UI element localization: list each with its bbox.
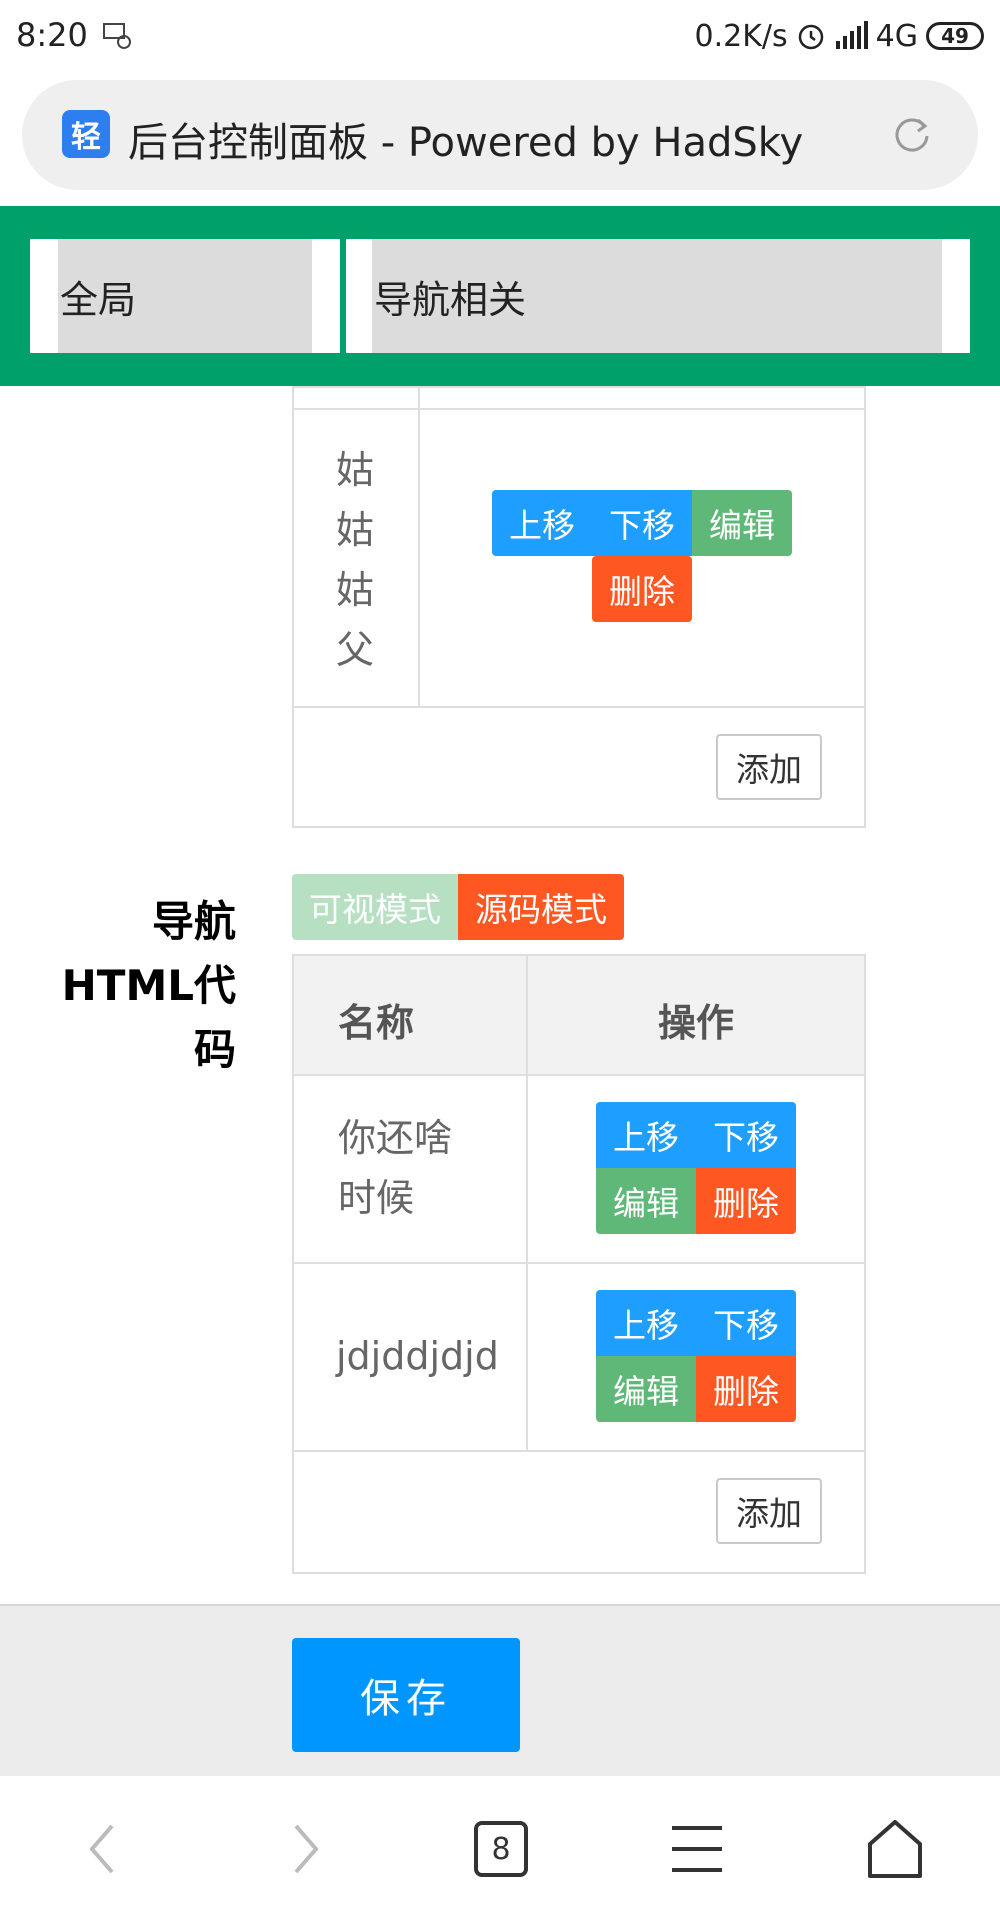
move-up-button[interactable]: 上移: [596, 1102, 696, 1168]
row-divider: [294, 1450, 864, 1452]
delete-button[interactable]: 删除: [696, 1168, 796, 1234]
battery-icon: 49: [926, 22, 984, 50]
row-divider: [294, 706, 864, 708]
net-speed: 0.2K/s: [694, 18, 788, 54]
section-label-line: HTML代: [61, 961, 236, 1010]
add-button[interactable]: 添加: [716, 734, 822, 800]
browser-bottom-nav: 8: [0, 1776, 1000, 1920]
name-char: 姑: [336, 508, 375, 552]
nav-html-table: 名称 操作 你还啥 时候 上移 下移 编辑 删除 jdjddjdjd 上移 下移…: [292, 954, 866, 1574]
column-divider: [418, 388, 420, 706]
home-icon[interactable]: [860, 1814, 930, 1884]
site-favicon-char: 轻: [71, 120, 101, 155]
delete-button[interactable]: 删除: [696, 1356, 796, 1422]
section-label-line: 导航: [151, 897, 236, 946]
tab-count-box: 8: [474, 1821, 528, 1877]
reload-icon[interactable]: [892, 114, 932, 154]
source-mode-button[interactable]: 源码模式: [458, 874, 624, 940]
name-line: 时候: [338, 1176, 415, 1220]
nav-tab-navigation-label: 导航相关: [372, 239, 942, 353]
row-divider: [294, 1074, 864, 1076]
section-label-line: 码: [193, 1025, 236, 1074]
nav-item-name: 姑 姑 姑 父: [336, 440, 374, 680]
name-char: 姑: [336, 568, 375, 612]
visual-mode-button[interactable]: 可视模式: [292, 874, 458, 940]
forward-icon[interactable]: [268, 1814, 338, 1884]
edit-button[interactable]: 编辑: [596, 1168, 696, 1234]
edit-button[interactable]: 编辑: [692, 490, 792, 556]
name-char: 姑: [336, 448, 375, 492]
nav-table-1: 姑 姑 姑 父 上移 下移 编辑 删除 添加: [292, 386, 866, 828]
menu-icon[interactable]: [662, 1814, 732, 1884]
column-header-actions: 操作: [658, 1001, 735, 1045]
section-label-nav-html: 导航 HTML代 码: [36, 890, 236, 1082]
nav-tab-navigation[interactable]: 导航相关: [346, 239, 970, 353]
move-down-button[interactable]: 下移: [592, 490, 692, 556]
status-bar: 8:20 0.2K/s 4G 49: [0, 0, 1000, 76]
move-up-button[interactable]: 上移: [492, 490, 592, 556]
move-down-button[interactable]: 下移: [696, 1290, 796, 1356]
tab-count: 8: [491, 1831, 511, 1867]
back-icon[interactable]: [70, 1814, 140, 1884]
alarm-icon: [798, 24, 823, 50]
save-button[interactable]: 保存: [292, 1638, 520, 1752]
save-bar: 保存: [0, 1604, 1000, 1776]
nav-tab-global-label: 全局: [58, 239, 312, 353]
tabs-icon[interactable]: 8: [466, 1814, 536, 1884]
battery-level: 49: [941, 24, 969, 48]
column-divider: [526, 956, 528, 1452]
move-up-button[interactable]: 上移: [596, 1290, 696, 1356]
table-row-name: jdjddjdjd: [336, 1326, 499, 1386]
signal-icon: [835, 21, 868, 49]
page-title[interactable]: 后台控制面板 - Powered by HadSky: [128, 110, 803, 168]
move-down-button[interactable]: 下移: [696, 1102, 796, 1168]
column-header-name: 名称: [338, 1001, 415, 1045]
status-right: 0.2K/s 4G 49: [695, 16, 984, 56]
row-divider: [294, 408, 864, 410]
name-line: jdjddjdjd: [336, 1334, 499, 1378]
delete-button[interactable]: 删除: [592, 556, 692, 622]
row-divider: [294, 1262, 864, 1264]
nav-tab-global[interactable]: 全局: [30, 239, 340, 353]
site-favicon-icon: 轻: [62, 110, 110, 158]
edit-button[interactable]: 编辑: [596, 1356, 696, 1422]
network-type: 4G: [875, 18, 918, 54]
name-line: 你还啥: [338, 1116, 453, 1160]
screen-cast-icon: [103, 23, 131, 49]
admin-top-nav: 全局 导航相关: [0, 206, 1000, 386]
name-char: 父: [336, 628, 375, 672]
status-time: 8:20: [16, 16, 88, 54]
add-button[interactable]: 添加: [716, 1478, 822, 1544]
table-row-name: 你还啥 时候: [338, 1108, 452, 1228]
address-bar[interactable]: 轻 后台控制面板 - Powered by HadSky: [22, 80, 978, 190]
